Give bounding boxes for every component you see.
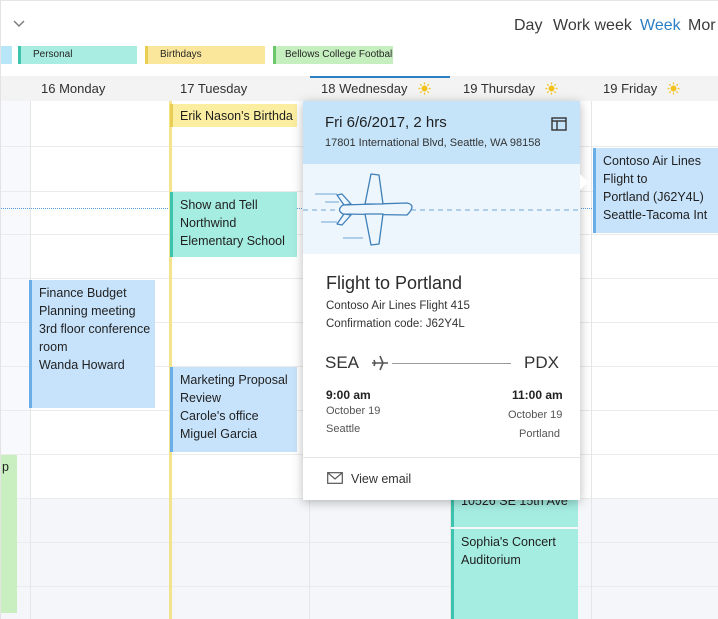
departure-date: October 19 [326, 405, 381, 417]
day-label: 19 Friday [603, 81, 658, 96]
event-title: Sophia's Concert [461, 535, 556, 549]
day-header-wednesday[interactable]: 18 Wednesday [321, 81, 431, 96]
event-title: Erik Nason's Birthda [180, 109, 293, 123]
card-header [303, 101, 580, 164]
calendar-chip-birthdays[interactable]: Birthdays [145, 46, 265, 64]
departure-time: 9:00 am [326, 388, 371, 402]
airplane-icon [303, 173, 580, 246]
today-indicator [310, 76, 450, 78]
event-title: Flight to [603, 172, 648, 186]
view-month-button[interactable]: Mor [688, 17, 716, 35]
arrival-time: 11:00 am [512, 388, 563, 402]
origin-airport: SEA [325, 353, 360, 372]
event-title: Review [180, 391, 221, 405]
day-header-tuesday[interactable]: 17 Tuesday [180, 81, 247, 96]
view-week-button[interactable]: Week [640, 17, 681, 35]
flight-illustration [303, 164, 580, 254]
mail-icon[interactable] [327, 472, 343, 484]
event-organizer: Wanda Howard [39, 358, 125, 372]
event-color-bar [451, 529, 454, 619]
day-header-thursday[interactable]: 19 Thursday [463, 81, 558, 96]
sun-icon [417, 82, 431, 95]
calendar-chip-default[interactable] [0, 46, 12, 64]
day-header-friday[interactable]: 19 Friday [603, 81, 680, 96]
view-day-button[interactable]: Day [514, 17, 542, 35]
route-line [392, 363, 511, 364]
calendar-chip-personal[interactable]: Personal [18, 46, 137, 64]
card-confirmation-code: Confirmation code: J62Y4L [326, 318, 465, 330]
event-title: Finance Budget [39, 286, 127, 300]
card-address: 17801 International Blvd, Seattle, WA 98… [325, 137, 541, 149]
off-hours-shading [0, 498, 718, 619]
event-location: Carole's office [180, 409, 259, 423]
event-title: Contoso Air Lines [603, 154, 701, 168]
event-location: Northwind [180, 216, 237, 230]
left-border [0, 0, 1, 619]
top-border [0, 0, 718, 1]
plane-route-icon [372, 355, 388, 371]
event-title: p [2, 460, 9, 474]
event-location: room [39, 340, 68, 354]
destination-airport: PDX [524, 353, 559, 372]
day-header-monday[interactable]: 16 Monday [41, 81, 105, 96]
day-label: 16 Monday [41, 81, 106, 96]
event-monday-edge[interactable]: p [0, 455, 17, 613]
card-subject: Flight to Portland [326, 273, 463, 293]
event-birthday[interactable]: Erik Nason's Birthda [170, 104, 297, 127]
event-color-bar [170, 367, 173, 452]
open-window-icon[interactable] [551, 117, 567, 131]
card-flight-number: Contoso Air Lines Flight 415 [326, 300, 470, 312]
arrival-city: Portland [519, 428, 560, 440]
hour-line [0, 542, 718, 543]
day-column-divider [591, 101, 592, 619]
event-title: Marketing Proposal [180, 373, 288, 387]
event-sophias-concert[interactable]: Sophia's Concert Auditorium [451, 529, 578, 619]
event-location: 3rd floor conference [39, 322, 151, 336]
calendar-window: Day Work week Week Mor Personal Birthday… [0, 0, 718, 619]
event-location: Seattle-Tacoma Int [603, 208, 708, 222]
arrival-date: October 19 [508, 409, 563, 421]
event-color-bar [170, 104, 173, 127]
card-pointer [580, 174, 588, 190]
event-title: Portland (J62Y4L) [603, 190, 704, 204]
event-marketing-proposal[interactable]: Marketing Proposal Review Carole's offic… [170, 367, 297, 452]
card-divider [303, 457, 580, 458]
event-organizer: Miguel Garcia [180, 427, 258, 441]
hour-line [0, 586, 718, 587]
birthday-all-day-bar [169, 101, 172, 619]
sun-icon [545, 82, 558, 95]
view-work-week-button[interactable]: Work week [553, 17, 632, 35]
event-color-bar [593, 148, 596, 233]
day-label: 19 Thursday [463, 81, 536, 96]
event-detail-card: Fri 6/6/2017, 2 hrs 17801 International … [303, 101, 580, 500]
event-flight-friday[interactable]: Contoso Air Lines Flight to Portland (J6… [593, 148, 718, 233]
day-label: 18 Wednesday [321, 81, 408, 96]
departure-city: Seattle [326, 423, 361, 435]
day-label: 17 Tuesday [180, 81, 248, 96]
event-show-and-tell[interactable]: Show and Tell Northwind Elementary Schoo… [170, 192, 297, 257]
event-title: Planning meeting [39, 304, 136, 318]
event-location: Elementary School [180, 234, 285, 248]
event-color-bar [29, 280, 32, 408]
event-color-bar [170, 192, 173, 257]
card-date-time: Fri 6/6/2017, 2 hrs [325, 114, 447, 131]
event-finance-budget[interactable]: Finance Budget Planning meeting 3rd floo… [29, 280, 155, 408]
view-email-link[interactable]: View email [351, 472, 411, 486]
event-title: Show and Tell [180, 198, 258, 212]
event-location: Auditorium [461, 553, 521, 567]
sun-icon [667, 82, 680, 95]
chevron-down-icon[interactable] [12, 18, 26, 30]
calendar-chip-bellows-football[interactable]: Bellows College Football [273, 46, 393, 64]
